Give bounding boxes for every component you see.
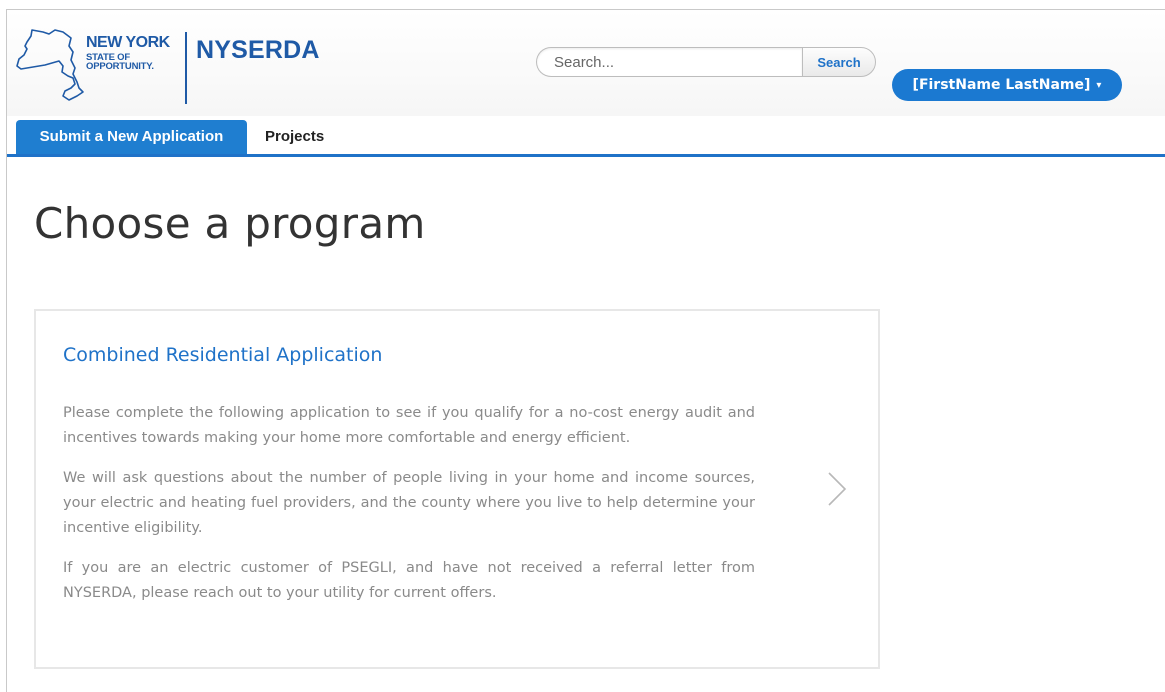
- tab-submit-new-application[interactable]: Submit a New Application: [16, 120, 247, 154]
- site-header: NEW YORK STATE OF OPPORTUNITY. NYSERDA S…: [7, 10, 1165, 116]
- logo-new-york-text: NEW YORK: [86, 34, 170, 51]
- program-card-combined-residential[interactable]: Combined Residential Application Please …: [34, 309, 880, 669]
- nav-tabbar: Submit a New Application Projects: [7, 116, 1165, 157]
- page-title: Choose a program: [34, 199, 426, 248]
- program-card-paragraph: If you are an electric customer of PSEGL…: [63, 560, 755, 601]
- new-york-state-map-icon: [16, 29, 84, 101]
- nys-nyserda-logo[interactable]: NEW YORK STATE OF OPPORTUNITY. NYSERDA: [15, 28, 325, 108]
- logo-nyserda-text: NYSERDA: [196, 36, 320, 64]
- caret-down-icon: ▾: [1096, 79, 1102, 91]
- search-bar: Search: [536, 47, 876, 77]
- search-input[interactable]: [536, 47, 802, 77]
- logo-divider: [185, 32, 187, 104]
- program-card-paragraph: We will ask questions about the number o…: [63, 470, 755, 536]
- user-name-label: [FirstName LastName]: [912, 77, 1091, 93]
- search-button[interactable]: Search: [802, 47, 876, 77]
- logo-tagline-line2: OPPORTUNITY.: [86, 61, 154, 72]
- program-card-description: Please complete the following applicatio…: [63, 401, 755, 621]
- program-card-paragraph: Please complete the following applicatio…: [63, 405, 755, 446]
- logo-tagline: STATE OF OPPORTUNITY.: [86, 53, 154, 72]
- chevron-right-icon[interactable]: [826, 471, 848, 507]
- tab-projects[interactable]: Projects: [255, 120, 334, 154]
- program-card-title: Combined Residential Application: [63, 344, 383, 366]
- user-menu-button[interactable]: [FirstName LastName] ▾: [892, 69, 1122, 101]
